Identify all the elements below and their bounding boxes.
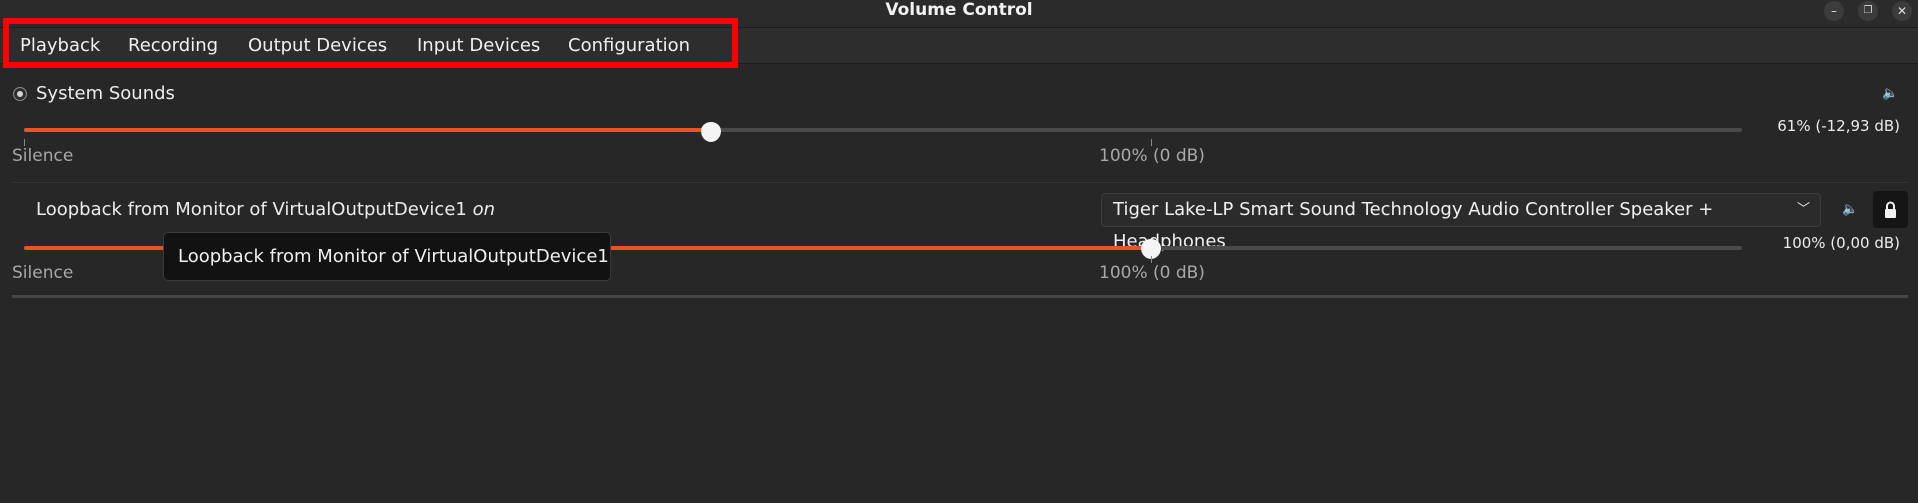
scale-tick-silence xyxy=(24,139,25,146)
chevron-down-icon: ﹀ xyxy=(1796,202,1810,217)
row-divider xyxy=(12,295,1908,298)
lock-channels-button[interactable] xyxy=(1873,191,1908,228)
scale-label-silence: Silence xyxy=(12,146,74,166)
volume-slider-fill xyxy=(24,128,712,132)
scale-tick-100 xyxy=(1151,256,1152,263)
stream-name: System Sounds xyxy=(36,83,175,104)
device-select-value: Tiger Lake-LP Smart Sound Technology Aud… xyxy=(1113,199,1714,252)
lock-icon xyxy=(1885,201,1896,218)
close-button[interactable]: ✕ xyxy=(1892,1,1912,21)
tooltip: Loopback from Monitor of VirtualOutputDe… xyxy=(163,232,611,281)
mute-icon[interactable]: 🔈 xyxy=(1882,86,1898,101)
volume-slider[interactable] xyxy=(24,128,1742,132)
device-select[interactable]: Tiger Lake-LP Smart Sound Technology Aud… xyxy=(1101,193,1821,252)
stream-name-text: Loopback from Monitor of VirtualOutputDe… xyxy=(36,199,467,220)
tabs-highlight-box xyxy=(3,18,738,68)
volume-value: 100% (0,00 dB) xyxy=(1782,234,1900,252)
minimize-button[interactable]: – xyxy=(1824,1,1844,21)
scale-label-100: 100% (0 dB) xyxy=(1099,263,1205,283)
scale-label-silence: Silence xyxy=(12,263,74,283)
scale-label-100: 100% (0 dB) xyxy=(1099,146,1205,166)
stream-name: Loopback from Monitor of VirtualOutputDe… xyxy=(36,199,495,221)
radio-icon xyxy=(13,87,27,101)
stream-connector: on xyxy=(472,199,495,220)
scale-tick-100 xyxy=(1151,139,1152,146)
window-title: Volume Control xyxy=(885,0,1033,20)
mute-icon[interactable]: 🔈 xyxy=(1842,202,1858,217)
volume-slider-handle[interactable] xyxy=(701,122,722,142)
volume-value: 61% (-12,93 dB) xyxy=(1777,117,1900,135)
row-divider xyxy=(12,182,1908,183)
maximize-button[interactable]: ❐ xyxy=(1858,1,1878,21)
